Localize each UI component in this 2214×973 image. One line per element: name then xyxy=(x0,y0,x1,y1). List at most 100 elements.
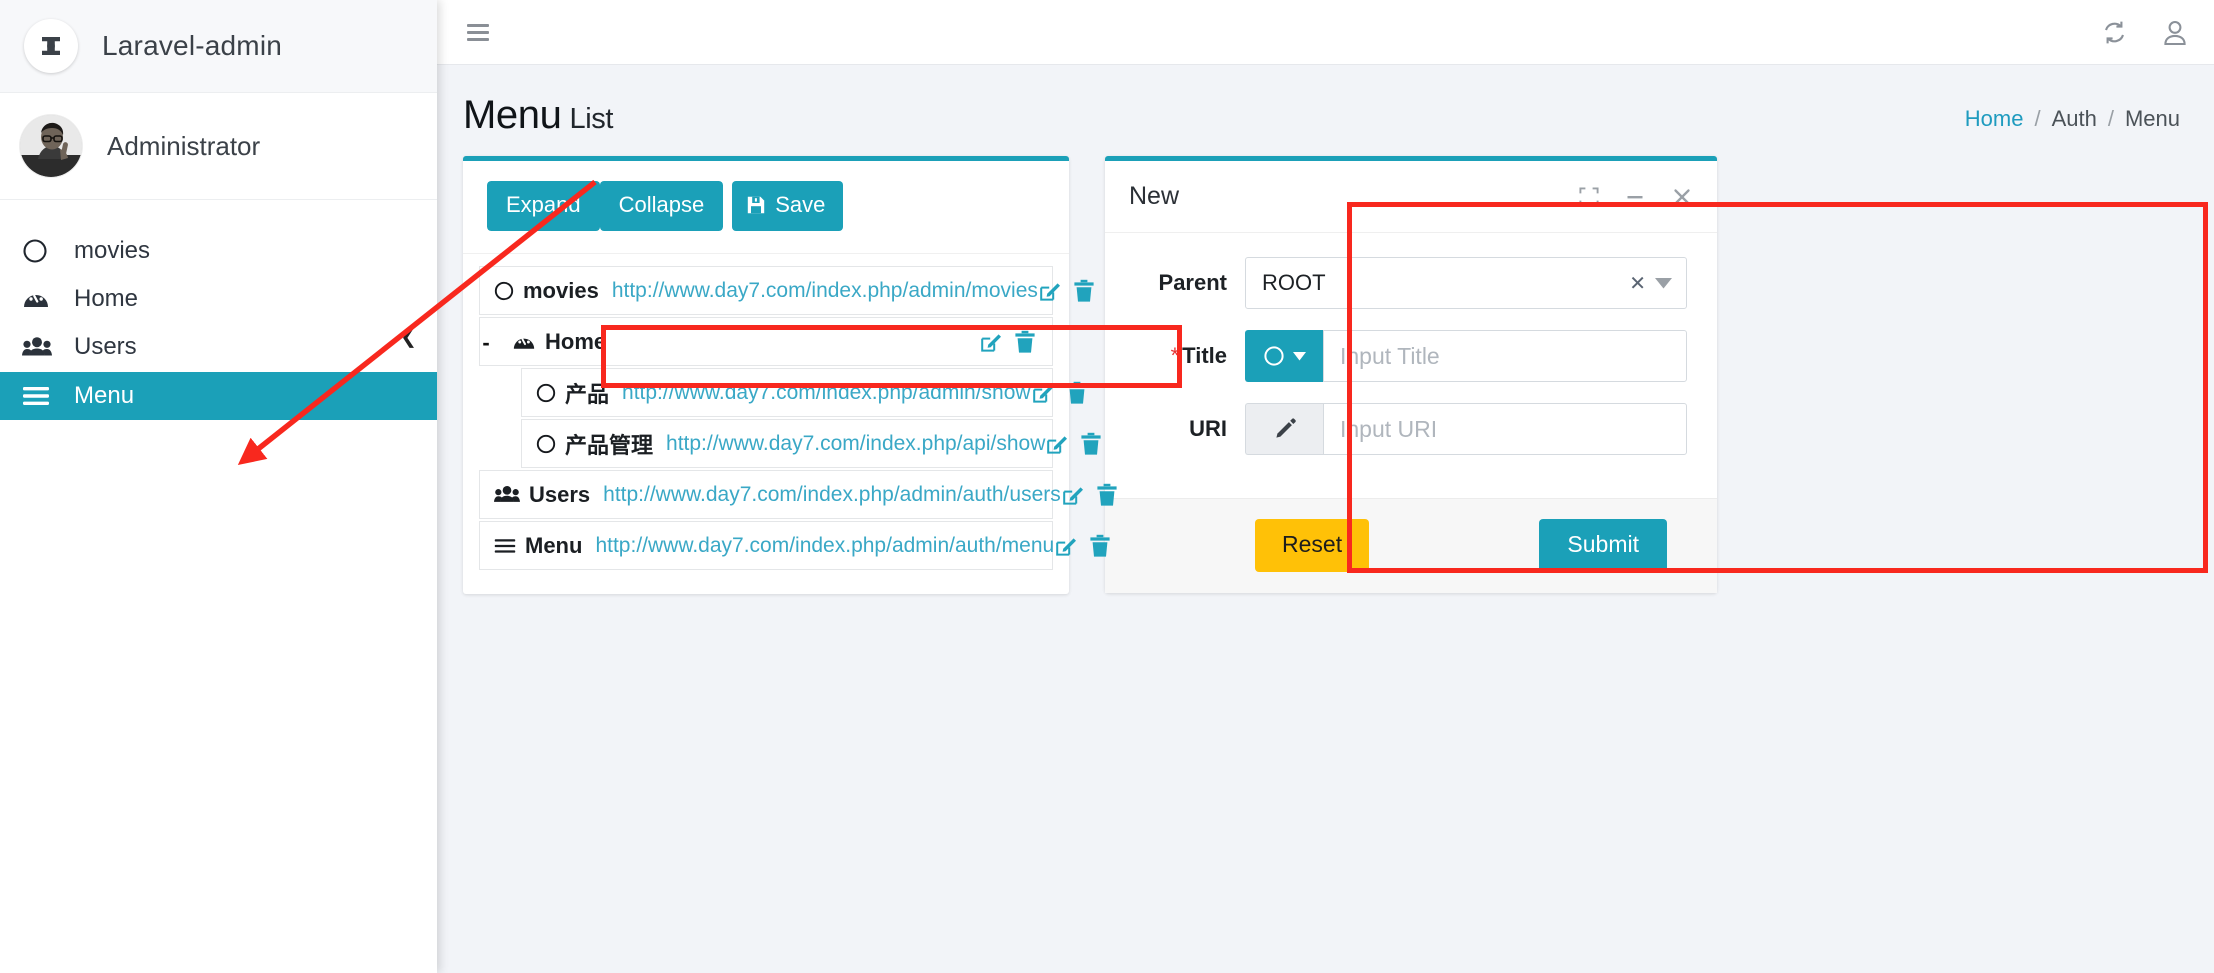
save-button[interactable]: Save xyxy=(732,181,844,231)
bars-icon xyxy=(494,537,516,555)
table-row[interactable]: 产品管理 http://www.day7.com/index.php/api/s… xyxy=(521,419,1101,468)
user-panel[interactable]: Administrator xyxy=(0,93,437,200)
field-label-title-text: Title xyxy=(1182,343,1227,368)
fullscreen-icon[interactable] xyxy=(1579,186,1599,207)
breadcrumb-separator: / xyxy=(2034,106,2041,131)
brand-header[interactable]: Laravel-admin xyxy=(0,0,437,93)
sidebar-item-users[interactable]: Users xyxy=(0,324,437,370)
title-input-group xyxy=(1245,330,1687,382)
tree-row-title: movies xyxy=(523,277,599,303)
dashboard-icon xyxy=(512,331,536,353)
trash-icon[interactable] xyxy=(1096,483,1118,507)
tree-row-url[interactable]: http://www.day7.com/index.php/admin/auth… xyxy=(595,534,1054,558)
tree-row-actions xyxy=(1031,381,1094,405)
table-row[interactable]: movies http://www.day7.com/index.php/adm… xyxy=(479,266,1094,315)
tree-row-actions xyxy=(1045,432,1108,456)
trash-icon[interactable] xyxy=(1066,381,1088,405)
edit-icon[interactable] xyxy=(1031,381,1055,405)
user-name: Administrator xyxy=(107,130,261,161)
uri-input[interactable] xyxy=(1323,403,1687,455)
caret-down-icon[interactable] xyxy=(1655,277,1672,289)
bars-icon xyxy=(22,385,62,407)
sidebar: Laravel-admin Administrator movies Home … xyxy=(0,0,437,973)
pencil-icon xyxy=(1274,418,1296,440)
chevron-left-icon[interactable]: ❮ xyxy=(400,324,417,349)
tree-row-title: Users xyxy=(529,481,591,507)
table-row[interactable]: 产品 http://www.day7.com/index.php/admin/s… xyxy=(521,368,1087,417)
trash-icon[interactable] xyxy=(1080,432,1102,456)
tree-row-actions xyxy=(1038,279,1101,303)
field-control-uri xyxy=(1245,403,1687,455)
circle-icon xyxy=(494,281,514,301)
new-menu-form-panel: New Parent ROOT ✕ * Title Input Title UR… xyxy=(1105,156,1717,593)
breadcrumb-item-home[interactable]: Home xyxy=(1965,106,2024,132)
circle-icon xyxy=(22,238,62,264)
sidebar-item-movies[interactable]: movies xyxy=(0,228,437,274)
field-label-uri: URI xyxy=(1189,416,1227,441)
field-title: * Title xyxy=(1123,330,1687,382)
topbar xyxy=(437,0,2214,65)
submit-button[interactable]: Submit xyxy=(1539,519,1667,572)
trash-icon[interactable] xyxy=(1073,279,1095,303)
parent-select[interactable]: ROOT ✕ xyxy=(1245,257,1687,309)
expand-button[interactable]: Expand xyxy=(487,181,600,231)
sidebar-item-home[interactable]: Home xyxy=(0,276,437,322)
edit-icon[interactable] xyxy=(979,330,1003,354)
user-icon[interactable] xyxy=(2162,19,2188,46)
uri-input-group xyxy=(1245,403,1687,455)
collapse-button[interactable]: Collapse xyxy=(599,181,724,231)
parent-select-value: ROOT xyxy=(1262,270,1326,295)
clear-x-icon[interactable]: ✕ xyxy=(1629,271,1646,296)
hamburger-icon[interactable] xyxy=(467,23,489,41)
trash-icon[interactable] xyxy=(1089,534,1111,558)
caret-down-icon xyxy=(1293,351,1306,361)
circle-icon xyxy=(536,383,556,403)
reset-button[interactable]: Reset xyxy=(1255,519,1370,572)
tree-row-actions xyxy=(979,330,1042,354)
content-body: Expand Collapse Save movies http://www.d… xyxy=(437,138,2214,594)
tree-row-url[interactable]: http://www.day7.com/index.php/admin/auth… xyxy=(603,483,1061,507)
tree-row-label: Home xyxy=(512,329,606,355)
uri-input-addon xyxy=(1245,403,1323,455)
sidebar-item-menu[interactable]: Menu xyxy=(0,372,437,420)
tree-row-label: movies xyxy=(494,278,599,304)
app-root: Laravel-admin Administrator movies Home … xyxy=(0,0,2214,973)
circle-icon xyxy=(536,434,556,454)
field-uri: URI xyxy=(1123,403,1687,455)
table-row[interactable]: Menu http://www.day7.com/index.php/admin… xyxy=(479,521,1110,570)
edit-icon[interactable] xyxy=(1038,279,1062,303)
expand-collapse-group: Expand Collapse xyxy=(487,181,724,231)
table-row[interactable]: - Home xyxy=(479,317,1053,366)
laravel-logo-icon xyxy=(24,19,78,73)
dashboard-icon xyxy=(22,286,62,312)
topbar-actions xyxy=(2101,19,2188,46)
tree-row-url[interactable]: http://www.day7.com/index.php/admin/show xyxy=(622,381,1031,405)
tree-collapse-marker[interactable]: - xyxy=(478,330,494,356)
circle-icon xyxy=(1263,345,1285,367)
sidebar-item-label: Menu xyxy=(74,382,135,409)
form-footer: Reset Submit xyxy=(1105,498,1717,593)
page-title-sub: List xyxy=(569,103,613,135)
close-icon[interactable] xyxy=(1671,186,1693,208)
form-header-tools xyxy=(1579,186,1693,208)
tree-row-title: 产品 xyxy=(565,381,610,407)
sidebar-item-label: movies xyxy=(74,237,151,264)
breadcrumb-separator: / xyxy=(2107,106,2114,131)
refresh-icon[interactable] xyxy=(2101,19,2128,46)
main-area: Menu List Home / Auth / Menu Expand Colla… xyxy=(437,0,2214,973)
title-icon-picker[interactable] xyxy=(1245,330,1323,382)
minimize-icon[interactable] xyxy=(1625,187,1645,207)
edit-icon[interactable] xyxy=(1054,534,1078,558)
save-button-label: Save xyxy=(775,192,826,217)
edit-icon[interactable] xyxy=(1045,432,1069,456)
users-icon xyxy=(494,484,520,505)
tree-row-url[interactable]: http://www.day7.com/index.php/admin/movi… xyxy=(612,279,1038,303)
tree-row-url[interactable]: http://www.day7.com/index.php/api/show xyxy=(666,432,1045,456)
sidebar-nav: movies Home Users Menu xyxy=(0,200,437,420)
trash-icon[interactable] xyxy=(1014,330,1036,354)
tree-row-label: Users xyxy=(494,482,590,508)
table-row[interactable]: Users http://www.day7.com/index.php/admi… xyxy=(479,470,1117,519)
title-input[interactable] xyxy=(1323,330,1687,382)
tree-row-label: 产品 xyxy=(536,377,609,409)
edit-icon[interactable] xyxy=(1061,483,1085,507)
